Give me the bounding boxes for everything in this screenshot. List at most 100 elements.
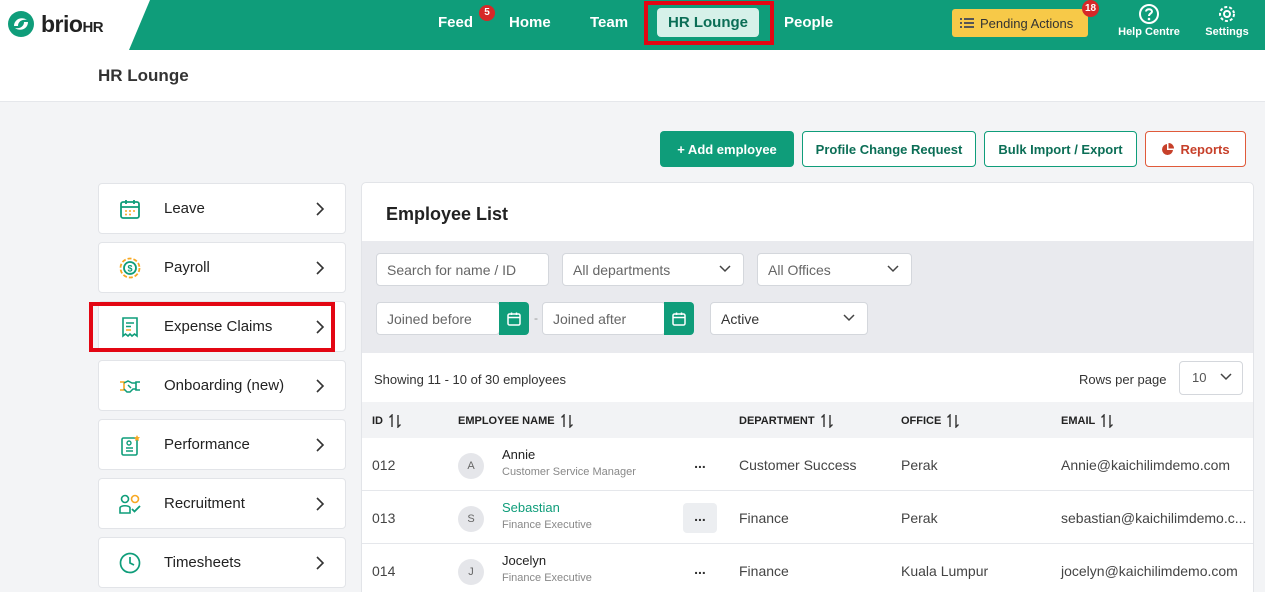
performance-icon	[121, 434, 140, 456]
chevron-right-icon	[316, 496, 325, 511]
rows-per-page-select[interactable]: 10	[1179, 361, 1243, 395]
sort-icon	[820, 414, 833, 428]
column-header-department[interactable]: DEPARTMENT	[739, 414, 833, 428]
pending-count-badge: 18	[1082, 0, 1099, 17]
employee-office: Perak	[901, 510, 938, 526]
sidebar-item-payroll[interactable]: $ Payroll	[98, 242, 346, 293]
avatar: A	[458, 453, 484, 479]
settings-button[interactable]: Settings	[1199, 3, 1255, 38]
list-icon	[960, 18, 974, 28]
table-row[interactable]: 012 A Annie Customer Service Manager ...…	[362, 438, 1253, 491]
employee-name[interactable]: Sebastian	[502, 500, 560, 515]
joined-before-calendar-button[interactable]	[499, 302, 529, 335]
employee-email: Annie@kaichilimdemo.com	[1061, 457, 1231, 473]
nav-feed[interactable]: Feed	[438, 14, 473, 31]
employee-office: Kuala Lumpur	[901, 563, 989, 579]
more-options-button[interactable]: ...	[683, 556, 717, 586]
sidebar-item-label: Onboarding (new)	[164, 377, 285, 394]
profile-change-label: Profile Change Request	[815, 141, 963, 157]
department-value: All departments	[573, 261, 671, 278]
employee-id: 014	[372, 563, 396, 579]
expense-claims-highlight-box	[89, 302, 335, 352]
sidebar-item-performance[interactable]: Performance	[98, 419, 346, 470]
chevron-down-icon	[719, 265, 731, 273]
sort-icon	[560, 414, 573, 428]
sort-icon	[1101, 414, 1114, 428]
nav-people[interactable]: People	[784, 14, 833, 31]
search-input[interactable]: Search for name / ID	[376, 253, 549, 286]
table-header: ID EMPLOYEE NAME DEPARTMENT OFFICE EMAIL	[362, 402, 1253, 438]
department-select[interactable]: All departments	[562, 253, 744, 286]
clock-icon	[119, 552, 141, 573]
page-header: HR Lounge	[0, 50, 1265, 102]
calendar-icon	[672, 312, 686, 326]
nav-hr-lounge[interactable]: HR Lounge	[657, 8, 759, 37]
employee-role: Finance Executive	[502, 519, 592, 531]
table-row[interactable]: 014 J Jocelyn Finance Executive ... Fina…	[362, 544, 1253, 592]
more-options-button[interactable]: ...	[683, 503, 717, 533]
column-header-employee-name[interactable]: EMPLOYEE NAME	[458, 414, 573, 428]
chevron-right-icon	[316, 260, 325, 275]
logo-area: brioHR	[0, 0, 150, 50]
status-value: Active	[721, 310, 760, 327]
employee-list-panel: Employee List Search for name / ID All d…	[361, 182, 1254, 592]
chevron-down-icon	[887, 265, 899, 273]
help-centre-label: Help Centre	[1118, 26, 1180, 38]
joined-after-placeholder: Joined after	[553, 310, 627, 327]
joined-after-input[interactable]: Joined after	[542, 302, 666, 335]
pie-chart-icon	[1162, 142, 1175, 155]
page-title: HR Lounge	[98, 66, 189, 85]
rows-per-page-value: 10	[1192, 370, 1207, 385]
employee-office: Perak	[901, 457, 938, 473]
top-navbar: brioHR Feed 5 Home Team HR Lounge People…	[0, 0, 1265, 50]
filter-area: Search for name / ID All departments All…	[362, 241, 1253, 353]
joined-after-calendar-button[interactable]	[664, 302, 694, 335]
add-employee-button[interactable]: + Add employee	[660, 131, 794, 167]
feed-count-badge: 5	[479, 5, 495, 21]
rows-per-page-label: Rows per page	[1079, 372, 1167, 387]
sort-icon	[389, 414, 401, 428]
status-select[interactable]: Active	[710, 302, 868, 335]
recruitment-icon	[119, 494, 141, 514]
help-centre-button[interactable]: Help Centre	[1115, 3, 1183, 38]
column-header-office[interactable]: OFFICE	[901, 414, 960, 428]
handshake-icon	[120, 379, 140, 393]
more-options-button[interactable]: ...	[683, 450, 717, 480]
help-icon	[1139, 4, 1159, 24]
office-select[interactable]: All Offices	[757, 253, 912, 286]
sidebar-item-label: Performance	[164, 436, 250, 453]
sidebar-item-label: Payroll	[164, 259, 210, 276]
bulk-import-export-button[interactable]: Bulk Import / Export	[984, 131, 1137, 167]
showing-count-text: Showing 11 - 10 of 30 employees	[374, 372, 566, 387]
employee-email: jocelyn@kaichilimdemo.com	[1061, 563, 1238, 579]
column-header-email[interactable]: EMAIL	[1061, 414, 1114, 428]
brand-logo[interactable]: brioHR	[6, 9, 104, 39]
employee-id: 013	[372, 510, 396, 526]
chevron-right-icon	[316, 555, 325, 570]
sidebar-item-onboarding[interactable]: Onboarding (new)	[98, 360, 346, 411]
svg-text:$: $	[127, 263, 132, 273]
reports-button[interactable]: Reports	[1145, 131, 1246, 167]
chevron-right-icon	[316, 201, 325, 216]
pending-actions-button[interactable]: Pending Actions	[952, 9, 1088, 37]
sidebar-item-label: Recruitment	[164, 495, 245, 512]
profile-change-request-button[interactable]: Profile Change Request	[802, 131, 976, 167]
employee-name[interactable]: Jocelyn	[502, 553, 546, 568]
sidebar-item-recruitment[interactable]: Recruitment	[98, 478, 346, 529]
employee-role: Customer Service Manager	[502, 466, 636, 478]
employee-email: sebastian@kaichilimdemo.c...	[1061, 510, 1247, 526]
sidebar-item-timesheets[interactable]: Timesheets	[98, 537, 346, 588]
chevron-down-icon	[1220, 373, 1232, 381]
table-row[interactable]: 013 S Sebastian Finance Executive ... Fi…	[362, 491, 1253, 544]
date-range-separator: -	[534, 311, 538, 325]
search-placeholder: Search for name / ID	[387, 261, 517, 278]
employee-name[interactable]: Annie	[502, 447, 535, 462]
sidebar-item-leave[interactable]: Leave	[98, 183, 346, 234]
nav-home[interactable]: Home	[509, 14, 551, 31]
bulk-import-label: Bulk Import / Export	[998, 141, 1123, 157]
joined-before-input[interactable]: Joined before	[376, 302, 500, 335]
pending-actions-label: Pending Actions	[980, 15, 1074, 31]
column-header-id[interactable]: ID	[372, 414, 401, 428]
logo-text: brioHR	[41, 10, 104, 37]
nav-team[interactable]: Team	[590, 14, 628, 31]
